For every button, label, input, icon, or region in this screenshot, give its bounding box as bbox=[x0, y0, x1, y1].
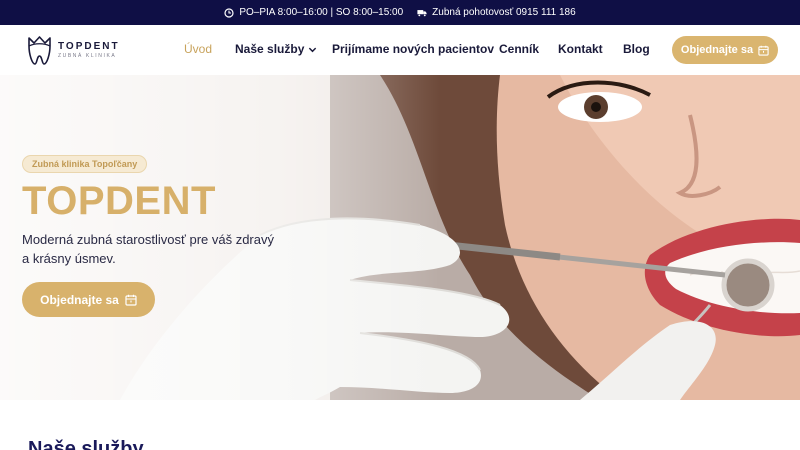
nav-item-nase-sluzby[interactable]: Naše služby bbox=[235, 42, 317, 56]
hero-book-appointment-label: Objednajte sa bbox=[40, 292, 119, 307]
nav-item-prijimame[interactable]: Prijímame nových pacientov bbox=[332, 42, 494, 56]
top-info-bar: PO–PIA 8:00–16:00 | SO 8:00–15:00 Zubná … bbox=[0, 0, 800, 25]
nav-item-blog[interactable]: Blog bbox=[623, 42, 650, 56]
hero-badge: Zubná klinika Topoľčany bbox=[22, 155, 148, 173]
hero-title: TOPDENT bbox=[22, 179, 216, 223]
hero-book-appointment-button[interactable]: Objednajte sa bbox=[22, 282, 155, 317]
emergency-phone[interactable]: Zubná pohotovosť 0915 111 186 bbox=[417, 7, 576, 18]
nav-item-cennik[interactable]: Cenník bbox=[499, 42, 539, 56]
truck-icon bbox=[417, 9, 427, 17]
chevron-down-icon bbox=[309, 47, 317, 52]
main-header: TOPDENT ZUBNÁ KLINIKA Úvod Naše služby P… bbox=[0, 25, 800, 75]
hero-description: Moderná zubná starostlivosť pre váš zdra… bbox=[22, 232, 274, 266]
book-appointment-button[interactable]: Objednajte sa bbox=[672, 36, 778, 64]
opening-hours-text: PO–PIA 8:00–16:00 | SO 8:00–15:00 bbox=[239, 7, 404, 18]
clock-icon bbox=[224, 7, 234, 18]
opening-hours: PO–PIA 8:00–16:00 | SO 8:00–15:00 bbox=[224, 7, 403, 18]
calendar-icon bbox=[125, 294, 137, 306]
services-section-title: Naše služby bbox=[28, 438, 144, 450]
nav-item-kontakt[interactable]: Kontakt bbox=[558, 42, 603, 56]
hero-section: Zubná klinika Topoľčany TOPDENT Moderná … bbox=[0, 75, 800, 400]
calendar-icon bbox=[758, 45, 769, 56]
book-appointment-label: Objednajte sa bbox=[680, 44, 754, 56]
nav-item-label: Naše služby bbox=[235, 42, 305, 56]
emergency-phone-text[interactable]: Zubná pohotovosť 0915 111 186 bbox=[432, 7, 576, 18]
nav-item-uvod[interactable]: Úvod bbox=[184, 42, 212, 56]
